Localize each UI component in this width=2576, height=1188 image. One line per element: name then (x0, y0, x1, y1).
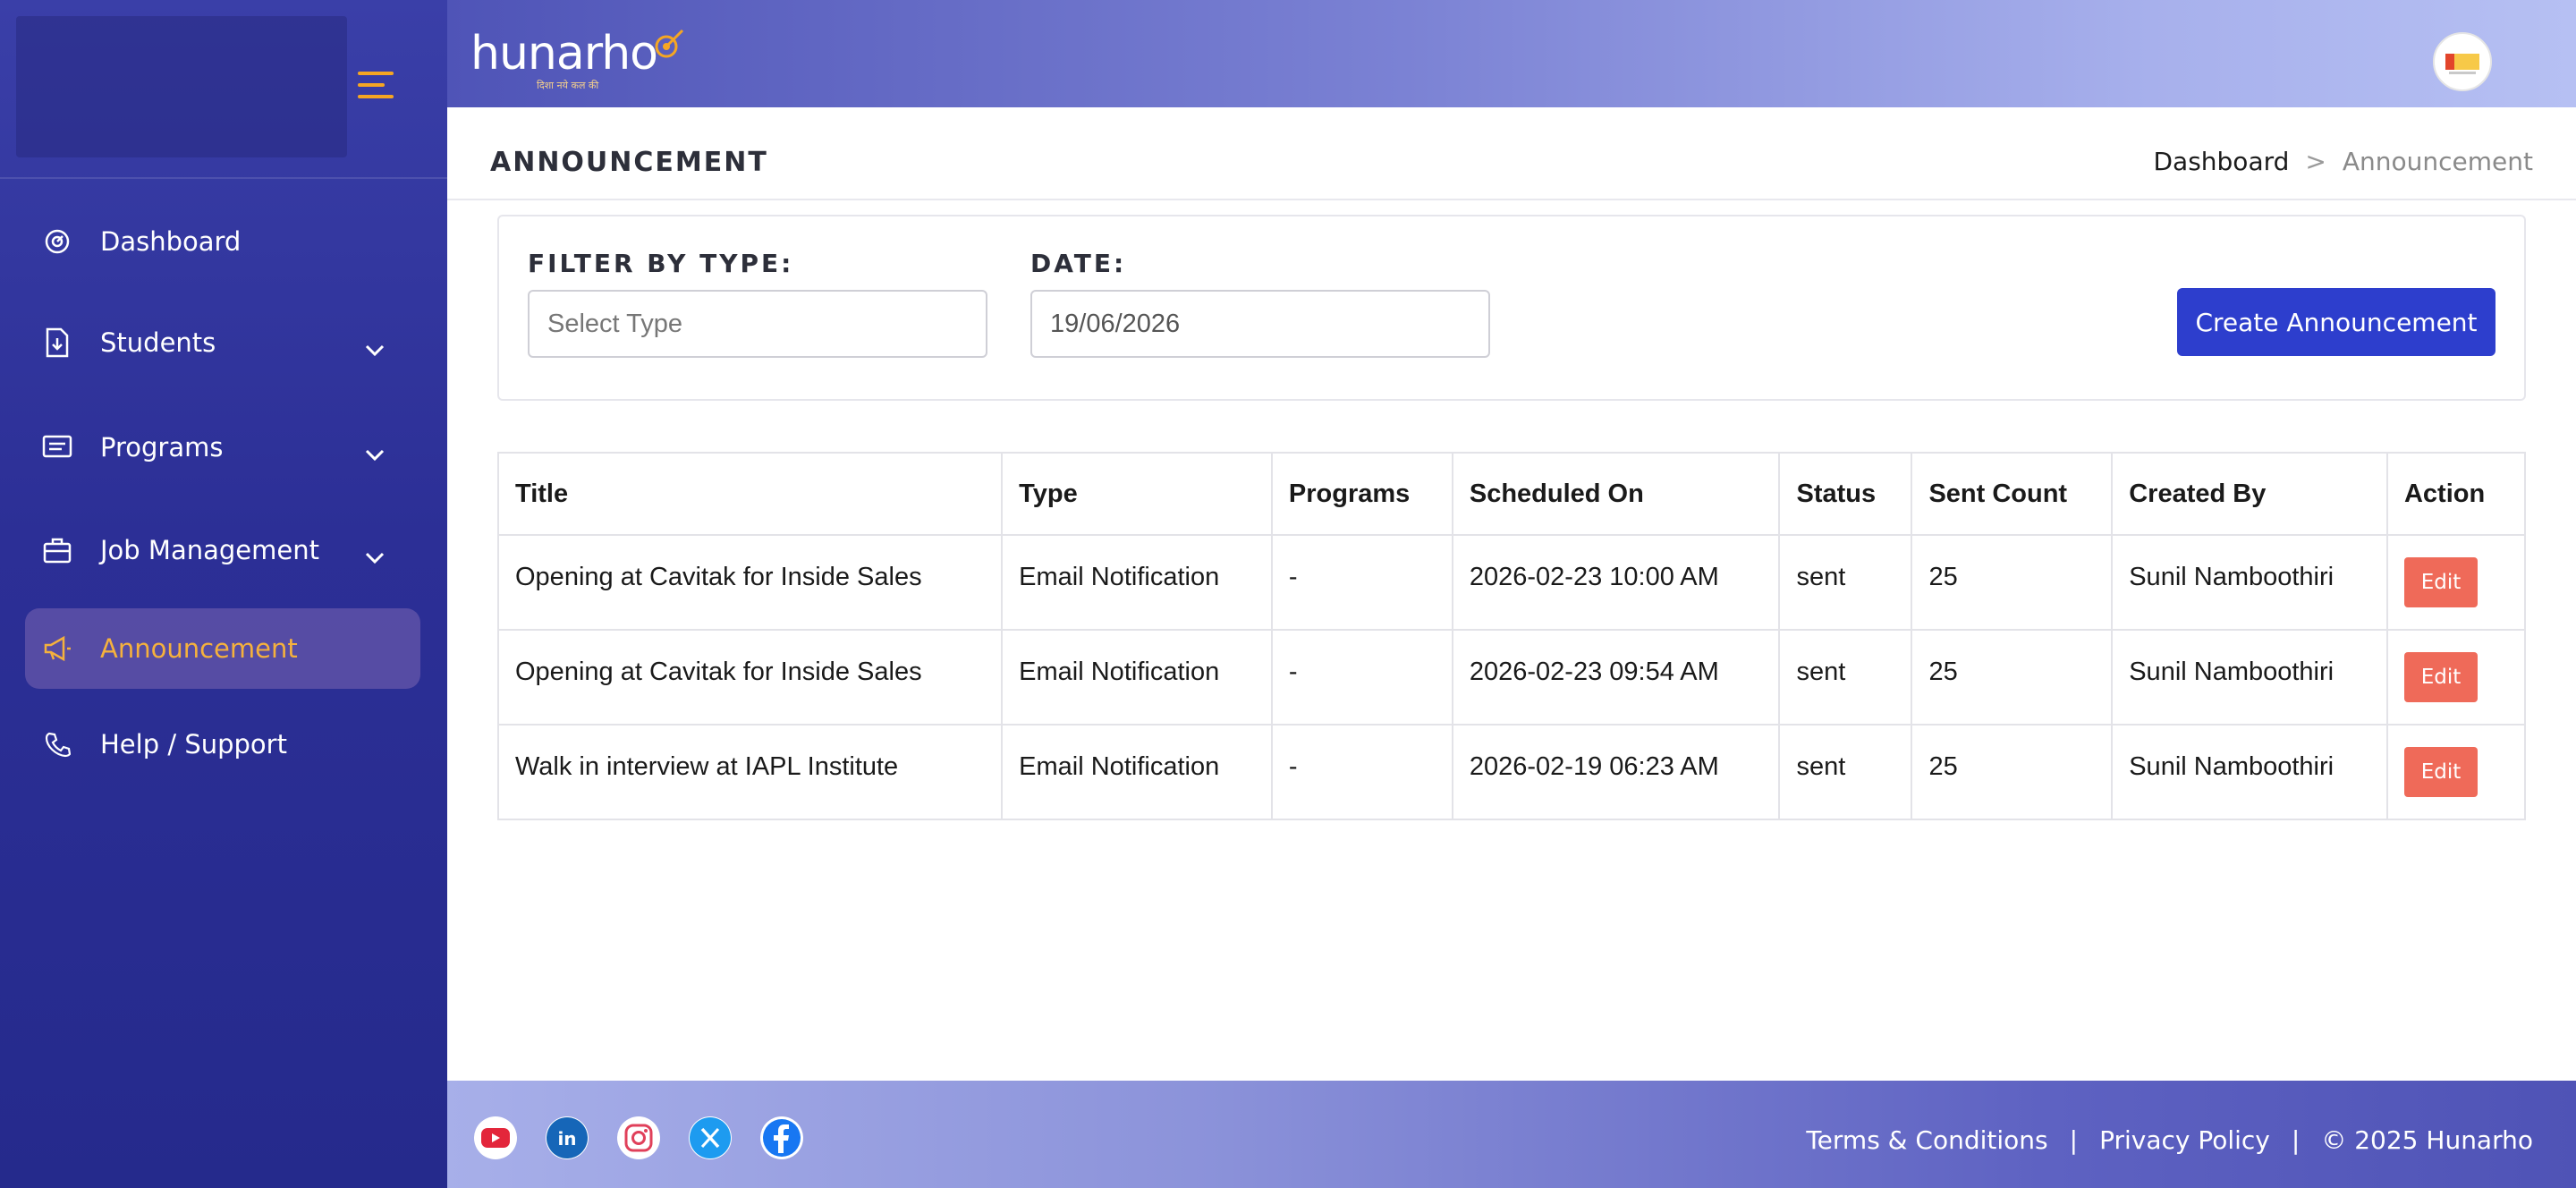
copyright-text: © 2025 Hunarho (2321, 1125, 2533, 1155)
cell-programs: - (1270, 629, 1453, 726)
breadcrumb: Dashboard > Announcement (2153, 147, 2533, 176)
dashboard-icon (41, 225, 73, 258)
edit-button[interactable]: Edit (2403, 557, 2478, 607)
list-card-icon (41, 431, 73, 463)
cell-scheduled: 2026-02-19 06:23 AM (1451, 724, 1781, 820)
cell-status: sent (1778, 629, 1913, 726)
footer-divider: | (2291, 1125, 2301, 1155)
table-row: Opening at Cavitak for Inside Sales Emai… (496, 534, 2527, 631)
create-announcement-button[interactable]: Create Announcement (2177, 288, 2496, 356)
avatar[interactable] (2433, 32, 2492, 91)
page-header: ANNOUNCEMENT Dashboard > Announcement (447, 107, 2576, 200)
chevron-down-icon (365, 437, 385, 468)
table-row: Walk in interview at IAPL Institute Emai… (496, 724, 2527, 820)
cell-created-by: Sunil Namboothiri (2111, 534, 2388, 631)
cell-scheduled: 2026-02-23 10:00 AM (1451, 534, 1781, 631)
date-input[interactable] (1030, 290, 1490, 358)
sidebar-logo-area (16, 16, 347, 157)
breadcrumb-separator: > (2305, 147, 2326, 176)
sidebar-item-help-support[interactable]: Help / Support (25, 704, 420, 785)
cell-status: sent (1778, 534, 1913, 631)
target-arrow-icon (655, 29, 684, 58)
page-title: ANNOUNCEMENT (490, 147, 768, 178)
sidebar-divider (0, 177, 447, 179)
sidebar-item-dashboard[interactable]: Dashboard (25, 201, 420, 282)
footer-links: Terms & Conditions | Privacy Policy | © … (1806, 1125, 2533, 1155)
cell-programs: - (1270, 724, 1453, 820)
breadcrumb-current: Announcement (2342, 147, 2533, 176)
sidebar-item-job-management[interactable]: Job Management (25, 510, 420, 590)
menu-toggle-icon[interactable] (358, 72, 397, 100)
cell-title: Opening at Cavitak for Inside Sales (496, 534, 1004, 631)
cell-programs: - (1270, 534, 1453, 631)
linkedin-icon[interactable]: in (546, 1116, 589, 1159)
megaphone-icon (41, 632, 73, 665)
cell-created-by: Sunil Namboothiri (2111, 724, 2388, 820)
column-header[interactable]: Created By (2111, 452, 2388, 536)
sidebar: Dashboard Students Programs Job Manageme… (0, 0, 447, 1188)
edit-button[interactable]: Edit (2403, 747, 2478, 797)
facebook-icon[interactable] (760, 1116, 803, 1159)
type-select-input[interactable] (528, 290, 987, 358)
youtube-icon[interactable] (474, 1116, 517, 1159)
cell-status: sent (1778, 724, 1913, 820)
cell-action: Edit (2385, 629, 2527, 726)
cell-sent-count: 25 (1911, 629, 2114, 726)
announcements-table: Title Type Programs Scheduled On Status … (496, 452, 2527, 820)
cell-title: Opening at Cavitak for Inside Sales (496, 629, 1004, 726)
column-header[interactable]: Programs (1270, 452, 1453, 536)
table-header-row: Title Type Programs Scheduled On Status … (496, 452, 2527, 536)
sidebar-item-label: Help / Support (100, 729, 287, 759)
brand-tagline: दिशा नये कल की (537, 80, 599, 91)
breadcrumb-dashboard-link[interactable]: Dashboard (2153, 147, 2289, 176)
column-header[interactable]: Type (1001, 452, 1273, 536)
terms-link[interactable]: Terms & Conditions (1806, 1125, 2047, 1155)
sidebar-item-label: Programs (100, 432, 224, 462)
phone-icon (41, 728, 73, 760)
cell-action: Edit (2385, 724, 2527, 820)
chevron-down-icon (365, 540, 385, 571)
footer: in Terms & Conditions | Privacy Policy |… (447, 1081, 2576, 1188)
cell-sent-count: 25 (1911, 724, 2114, 820)
table-row: Opening at Cavitak for Inside Sales Emai… (496, 629, 2527, 726)
briefcase-icon (41, 534, 73, 566)
sidebar-item-label: Announcement (100, 633, 298, 664)
cell-type: Email Notification (1001, 724, 1273, 820)
cell-type: Email Notification (1001, 629, 1273, 726)
cell-scheduled: 2026-02-23 09:54 AM (1451, 629, 1781, 726)
column-header: Action (2385, 452, 2527, 536)
column-header[interactable]: Scheduled On (1451, 452, 1781, 536)
cell-sent-count: 25 (1911, 534, 2114, 631)
chevron-down-icon (365, 333, 385, 363)
column-header[interactable]: Sent Count (1911, 452, 2114, 536)
cell-title: Walk in interview at IAPL Institute (496, 724, 1004, 820)
cell-type: Email Notification (1001, 534, 1273, 631)
filter-panel: FILTER BY TYPE: DATE: Create Announcemen… (497, 215, 2526, 401)
brand-name: hunarho (470, 27, 658, 81)
column-header[interactable]: Status (1778, 452, 1913, 536)
sidebar-item-programs[interactable]: Programs (25, 407, 420, 488)
edit-button[interactable]: Edit (2403, 652, 2478, 702)
university-logo-icon (2445, 54, 2479, 74)
privacy-link[interactable]: Privacy Policy (2099, 1125, 2270, 1155)
cell-created-by: Sunil Namboothiri (2111, 629, 2388, 726)
footer-divider: | (2069, 1125, 2079, 1155)
x-icon[interactable] (689, 1116, 732, 1159)
date-label: DATE: (1030, 249, 1127, 278)
sidebar-item-announcement[interactable]: Announcement (25, 608, 420, 689)
filter-type-label: FILTER BY TYPE: (528, 249, 794, 278)
document-download-icon (41, 327, 73, 359)
cell-action: Edit (2385, 534, 2527, 631)
top-header: hunarho दिशा नये कल की (447, 0, 2576, 107)
sidebar-item-label: Dashboard (100, 226, 242, 257)
instagram-icon[interactable] (617, 1116, 660, 1159)
svg-text:in: in (557, 1128, 576, 1150)
column-header[interactable]: Title (496, 452, 1004, 536)
sidebar-item-label: Students (100, 327, 216, 358)
sidebar-item-label: Job Management (100, 535, 319, 565)
brand-logo[interactable]: hunarho (470, 27, 684, 81)
sidebar-item-students[interactable]: Students (25, 302, 420, 383)
